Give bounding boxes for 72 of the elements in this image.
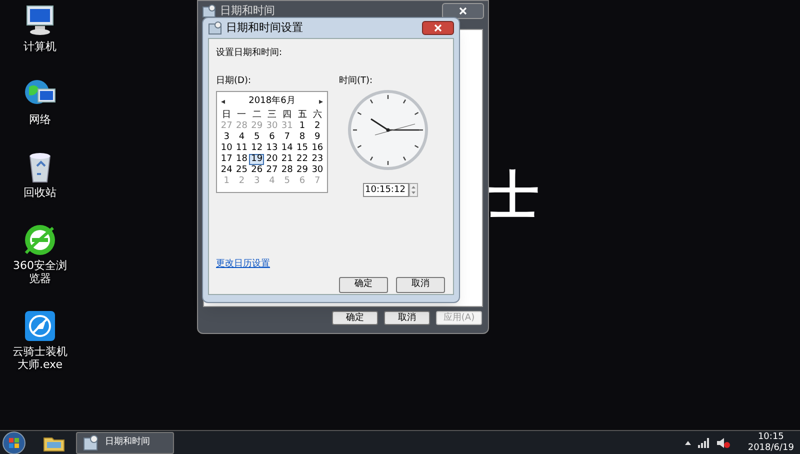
calendar-day[interactable]: 1 — [294, 121, 310, 132]
calendar-day[interactable]: 14 — [280, 143, 295, 154]
field-label: 时间(T): — [339, 74, 374, 88]
desktop-icon-label[interactable]: 360安全浏览器 — [8, 259, 72, 285]
calendar-day[interactable]: 6 — [264, 132, 280, 143]
calendar-day[interactable]: 17 — [219, 154, 234, 165]
calendar-clock-icon — [202, 4, 216, 18]
close-button[interactable] — [442, 3, 484, 19]
dialog-button[interactable]: 确定 — [332, 311, 378, 325]
weekday-label: 六 — [312, 110, 323, 121]
taskbar-date: 2018/6/19 — [748, 442, 794, 454]
taskbar-time: 10:15 — [758, 432, 784, 442]
field-label: 日期(D): — [216, 74, 252, 88]
calendar-day[interactable]: 8 — [294, 132, 310, 143]
weekday-label: 日 — [221, 110, 232, 121]
calendar-clock-icon — [83, 434, 99, 450]
calendar-month: 2018年6月 — [248, 95, 296, 108]
calendar-day[interactable]: 3 — [219, 132, 234, 143]
start-button-icon — [2, 430, 26, 454]
desktop-icon-label[interactable]: 计算机 — [8, 40, 72, 53]
calendar-day[interactable]: 22 — [294, 154, 310, 165]
calendar-day[interactable]: 28 — [280, 165, 295, 176]
calendar-day[interactable]: 15 — [294, 143, 310, 154]
calendar-day[interactable]: 27 — [264, 165, 280, 176]
calendar-day[interactable]: 2 — [310, 121, 325, 132]
calendar-day[interactable]: 29 — [294, 165, 310, 176]
desktop-icon-label[interactable]: 回收站 — [8, 186, 72, 199]
calendar-settings-link[interactable]: 更改日历设置 — [216, 258, 270, 272]
dialog-title: 日期和时间设置 — [226, 20, 304, 36]
muted-speaker-icon — [716, 436, 730, 448]
show-hidden-icons-icon — [684, 438, 692, 446]
weekday-label: 三 — [266, 110, 278, 121]
close-button[interactable] — [422, 21, 454, 35]
calendar-day[interactable]: 25 — [234, 165, 250, 176]
calendar-day[interactable]: 16 — [310, 143, 325, 154]
spinner-icon — [409, 183, 418, 197]
wallpaper-text: 士 — [487, 170, 539, 222]
dialog-button[interactable]: 取消 — [396, 276, 445, 292]
close-icon — [434, 24, 442, 32]
calendar-day[interactable]: 21 — [280, 154, 295, 165]
calendar-day[interactable]: 24 — [219, 165, 234, 176]
window-title: 日期和时间 — [220, 2, 276, 19]
previous-month-button[interactable]: ◂ — [221, 96, 226, 108]
calendar-day[interactable]: 12 — [249, 143, 264, 154]
desktop-icon-label[interactable]: 网络 — [8, 113, 72, 126]
signal-icon — [698, 438, 710, 448]
calendar-day[interactable]: 5 — [249, 132, 264, 143]
dialog-button[interactable]: 确定 — [339, 276, 388, 292]
time-field[interactable]: 10:15:12 — [363, 183, 409, 197]
calendar-day[interactable]: 18 — [234, 154, 250, 165]
calendar-day[interactable]: 26 — [249, 165, 264, 176]
calendar-day[interactable]: 11 — [234, 143, 250, 154]
calendar-day[interactable]: 30 — [310, 165, 325, 176]
weekday-label: 四 — [282, 110, 293, 121]
calendar-day[interactable]: 23 — [310, 154, 325, 165]
weekday-label: 五 — [296, 110, 308, 121]
calendar-day[interactable]: 13 — [264, 143, 280, 154]
weekday-label: 二 — [251, 110, 262, 121]
calendar-day[interactable]: 19 — [249, 154, 264, 165]
section-heading: 设置日期和时间: — [216, 47, 284, 60]
desktop-icon-label[interactable]: 云骑士装机大师.exe — [8, 345, 72, 371]
next-month-button[interactable]: ▸ — [318, 96, 323, 108]
calendar-day[interactable]: 10 — [219, 143, 234, 154]
calendar-day[interactable]: 9 — [310, 132, 325, 143]
close-icon — [459, 7, 467, 15]
calendar-day[interactable]: 7 — [280, 132, 295, 143]
calendar-day[interactable]: 4 — [234, 132, 250, 143]
taskbar-button[interactable]: 日期和时间 — [76, 432, 174, 454]
calendar-day[interactable]: 20 — [264, 154, 280, 165]
calendar-clock-icon — [208, 21, 222, 35]
weekday-label: 一 — [236, 110, 248, 121]
dialog-button[interactable]: 取消 — [384, 311, 430, 325]
